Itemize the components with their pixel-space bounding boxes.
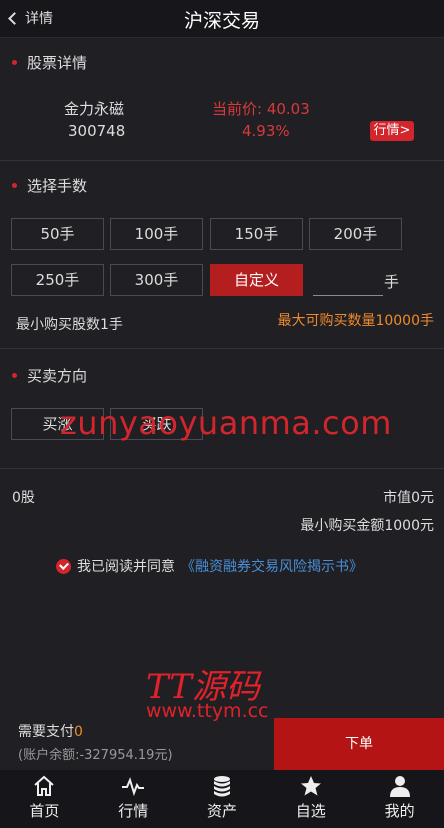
tab-market[interactable]: 行情: [89, 770, 178, 828]
tab-home[interactable]: 首页: [0, 770, 89, 828]
star-icon: [300, 776, 321, 796]
max-lot-text: 最大可购买数量10000手: [277, 313, 434, 329]
lot-option-250[interactable]: 250手: [11, 264, 104, 296]
agreement-row: 我已阅读并同意 《融资融券交易风险揭示书》: [56, 556, 363, 576]
stock-code: 300748: [68, 122, 126, 140]
lot-option-custom[interactable]: 自定义: [210, 264, 303, 296]
risk-disclosure-link[interactable]: 《融资融券交易风险揭示书》: [181, 556, 363, 576]
change-percent: 4.93%: [242, 122, 290, 140]
lot-unit-label: 手: [384, 273, 400, 291]
stock-section-title-text: 股票详情: [27, 54, 88, 72]
stock-section-title: 股票详情: [12, 52, 87, 73]
custom-lot-input[interactable]: [313, 264, 383, 296]
account-balance: (账户余额:-327954.19元): [18, 748, 173, 763]
stock-name: 金力永磁: [64, 100, 125, 118]
user-icon: [389, 776, 410, 797]
tab-assets[interactable]: 资产: [178, 770, 267, 828]
tab-home-label: 首页: [29, 802, 60, 820]
tab-market-label: 行情: [118, 802, 149, 820]
min-purchase-amount: 最小购买金额1000元: [300, 518, 434, 534]
agreement-text: 我已阅读并同意: [77, 559, 175, 575]
lot-option-300[interactable]: 300手: [110, 264, 203, 296]
bullet-dot-icon: [12, 60, 17, 65]
coins-icon: [213, 776, 230, 797]
pay-label: 需要支付: [18, 724, 74, 740]
home-icon: [34, 775, 55, 796]
lot-option-200[interactable]: 200手: [309, 218, 402, 250]
lots-section-title-text: 选择手数: [27, 177, 88, 195]
tab-watchlist[interactable]: 自选: [266, 770, 355, 828]
market-value: 市值0元: [383, 490, 434, 506]
place-order-button[interactable]: 下单: [274, 718, 444, 770]
brand-watermark-url: www.ttym.cc: [146, 700, 269, 722]
min-lot-text: 最小购买股数1手: [16, 317, 123, 333]
checkbox-checked-icon[interactable]: [56, 558, 71, 574]
tab-mine[interactable]: 我的: [355, 770, 444, 828]
tab-assets-label: 资产: [206, 802, 237, 820]
divider: [0, 468, 444, 469]
lot-option-50[interactable]: 50手: [11, 218, 104, 250]
divider: [0, 348, 444, 349]
shares-count: 0股: [12, 490, 35, 506]
pay-amount: 0: [74, 724, 83, 740]
direction-section-title-text: 买卖方向: [27, 367, 88, 385]
direction-section-title: 买卖方向: [12, 365, 87, 386]
pulse-icon: [122, 777, 145, 797]
top-nav-bar: 详情 沪深交易: [0, 0, 444, 38]
lot-option-100[interactable]: 100手: [110, 218, 203, 250]
current-price: 当前价: 40.03: [212, 100, 310, 118]
lot-option-150[interactable]: 150手: [210, 218, 303, 250]
quote-button[interactable]: 行情>: [370, 121, 414, 141]
divider: [0, 160, 444, 161]
bullet-dot-icon: [12, 373, 17, 378]
pay-row: 需要支付0: [18, 721, 83, 741]
bottom-tab-bar: 首页 行情 资产 自选 我的: [0, 770, 444, 828]
page-title: 沪深交易: [183, 10, 260, 32]
lots-section-title: 选择手数: [12, 175, 87, 196]
tab-watchlist-label: 自选: [295, 802, 326, 820]
bullet-dot-icon: [12, 183, 17, 188]
site-watermark: zunyaoyuanma.com: [60, 404, 392, 442]
tab-mine-label: 我的: [384, 802, 415, 820]
